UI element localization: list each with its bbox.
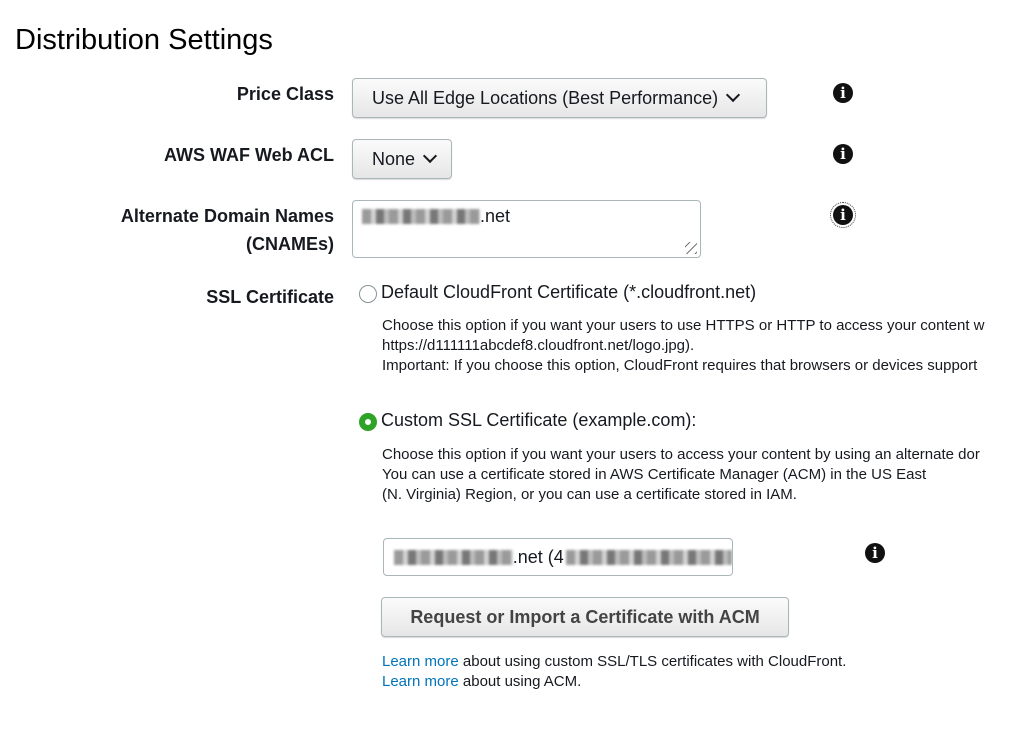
learn-more-line-2: Learn more about using ACM. — [382, 672, 581, 692]
desc-line: https://d111111abcdef8.cloudfront.net/lo… — [382, 337, 695, 354]
radio-dot — [365, 419, 371, 425]
learn-more-link[interactable]: Learn more — [382, 673, 459, 690]
default-cert-radio[interactable] — [359, 285, 377, 303]
price-class-value: Use All Edge Locations (Best Performance… — [372, 87, 719, 108]
learn-more-line-1: Learn more about using custom SSL/TLS ce… — [382, 652, 846, 672]
certificate-input[interactable]: .net (4 — [383, 538, 733, 576]
cnames-value-suffix: .net — [480, 206, 511, 226]
cnames-textarea[interactable]: .net — [352, 200, 701, 258]
learn-more-link[interactable]: Learn more — [382, 653, 459, 670]
redacted-text — [394, 549, 513, 565]
ssl-label: SSL Certificate — [206, 287, 334, 307]
custom-cert-description: Choose this option if you want your user… — [382, 445, 980, 505]
desc-line: You can use a certificate stored in AWS … — [382, 466, 927, 483]
desc-line: Important: If you choose this option, Cl… — [382, 357, 978, 374]
info-icon[interactable]: i — [833, 83, 853, 103]
desc-line: Choose this option if you want your user… — [382, 446, 980, 463]
chevron-down-icon — [726, 87, 741, 103]
waf-label: AWS WAF Web ACL — [164, 145, 334, 165]
chevron-down-icon — [422, 148, 438, 164]
custom-cert-label[interactable]: Custom SSL Certificate (example.com): — [381, 410, 696, 431]
default-cert-label[interactable]: Default CloudFront Certificate (*.cloudf… — [381, 282, 756, 303]
desc-line: Choose this option if you want your user… — [382, 317, 985, 334]
price-class-select[interactable]: Use All Edge Locations (Best Performance… — [352, 78, 767, 118]
resize-handle[interactable] — [685, 242, 697, 254]
request-certificate-button[interactable]: Request or Import a Certificate with ACM — [381, 597, 789, 637]
page-title: Distribution Settings — [15, 24, 273, 56]
info-icon[interactable]: i — [833, 144, 853, 164]
redacted-text — [565, 549, 732, 565]
learn-more-text: about using ACM. — [458, 673, 582, 690]
cnames-label: Alternate Domain Names (CNAMEs) — [121, 202, 334, 258]
default-cert-description: Choose this option if you want your user… — [382, 316, 985, 376]
waf-value: None — [372, 148, 416, 169]
desc-line: (N. Virginia) Region, or you can use a c… — [382, 486, 797, 503]
price-class-label: Price Class — [236, 84, 334, 104]
waf-select[interactable]: None — [352, 139, 452, 179]
redacted-text — [362, 209, 480, 224]
info-icon[interactable]: i — [830, 202, 856, 228]
cnames-label-line2: (CNAMEs) — [246, 234, 334, 254]
learn-more-text: about using custom SSL/TLS certificates … — [458, 653, 847, 670]
cnames-label-line1: Alternate Domain Names — [120, 206, 334, 226]
info-icon[interactable]: i — [865, 543, 885, 563]
custom-cert-radio[interactable] — [359, 413, 377, 431]
certificate-visible-text: .net (4 — [512, 546, 564, 567]
